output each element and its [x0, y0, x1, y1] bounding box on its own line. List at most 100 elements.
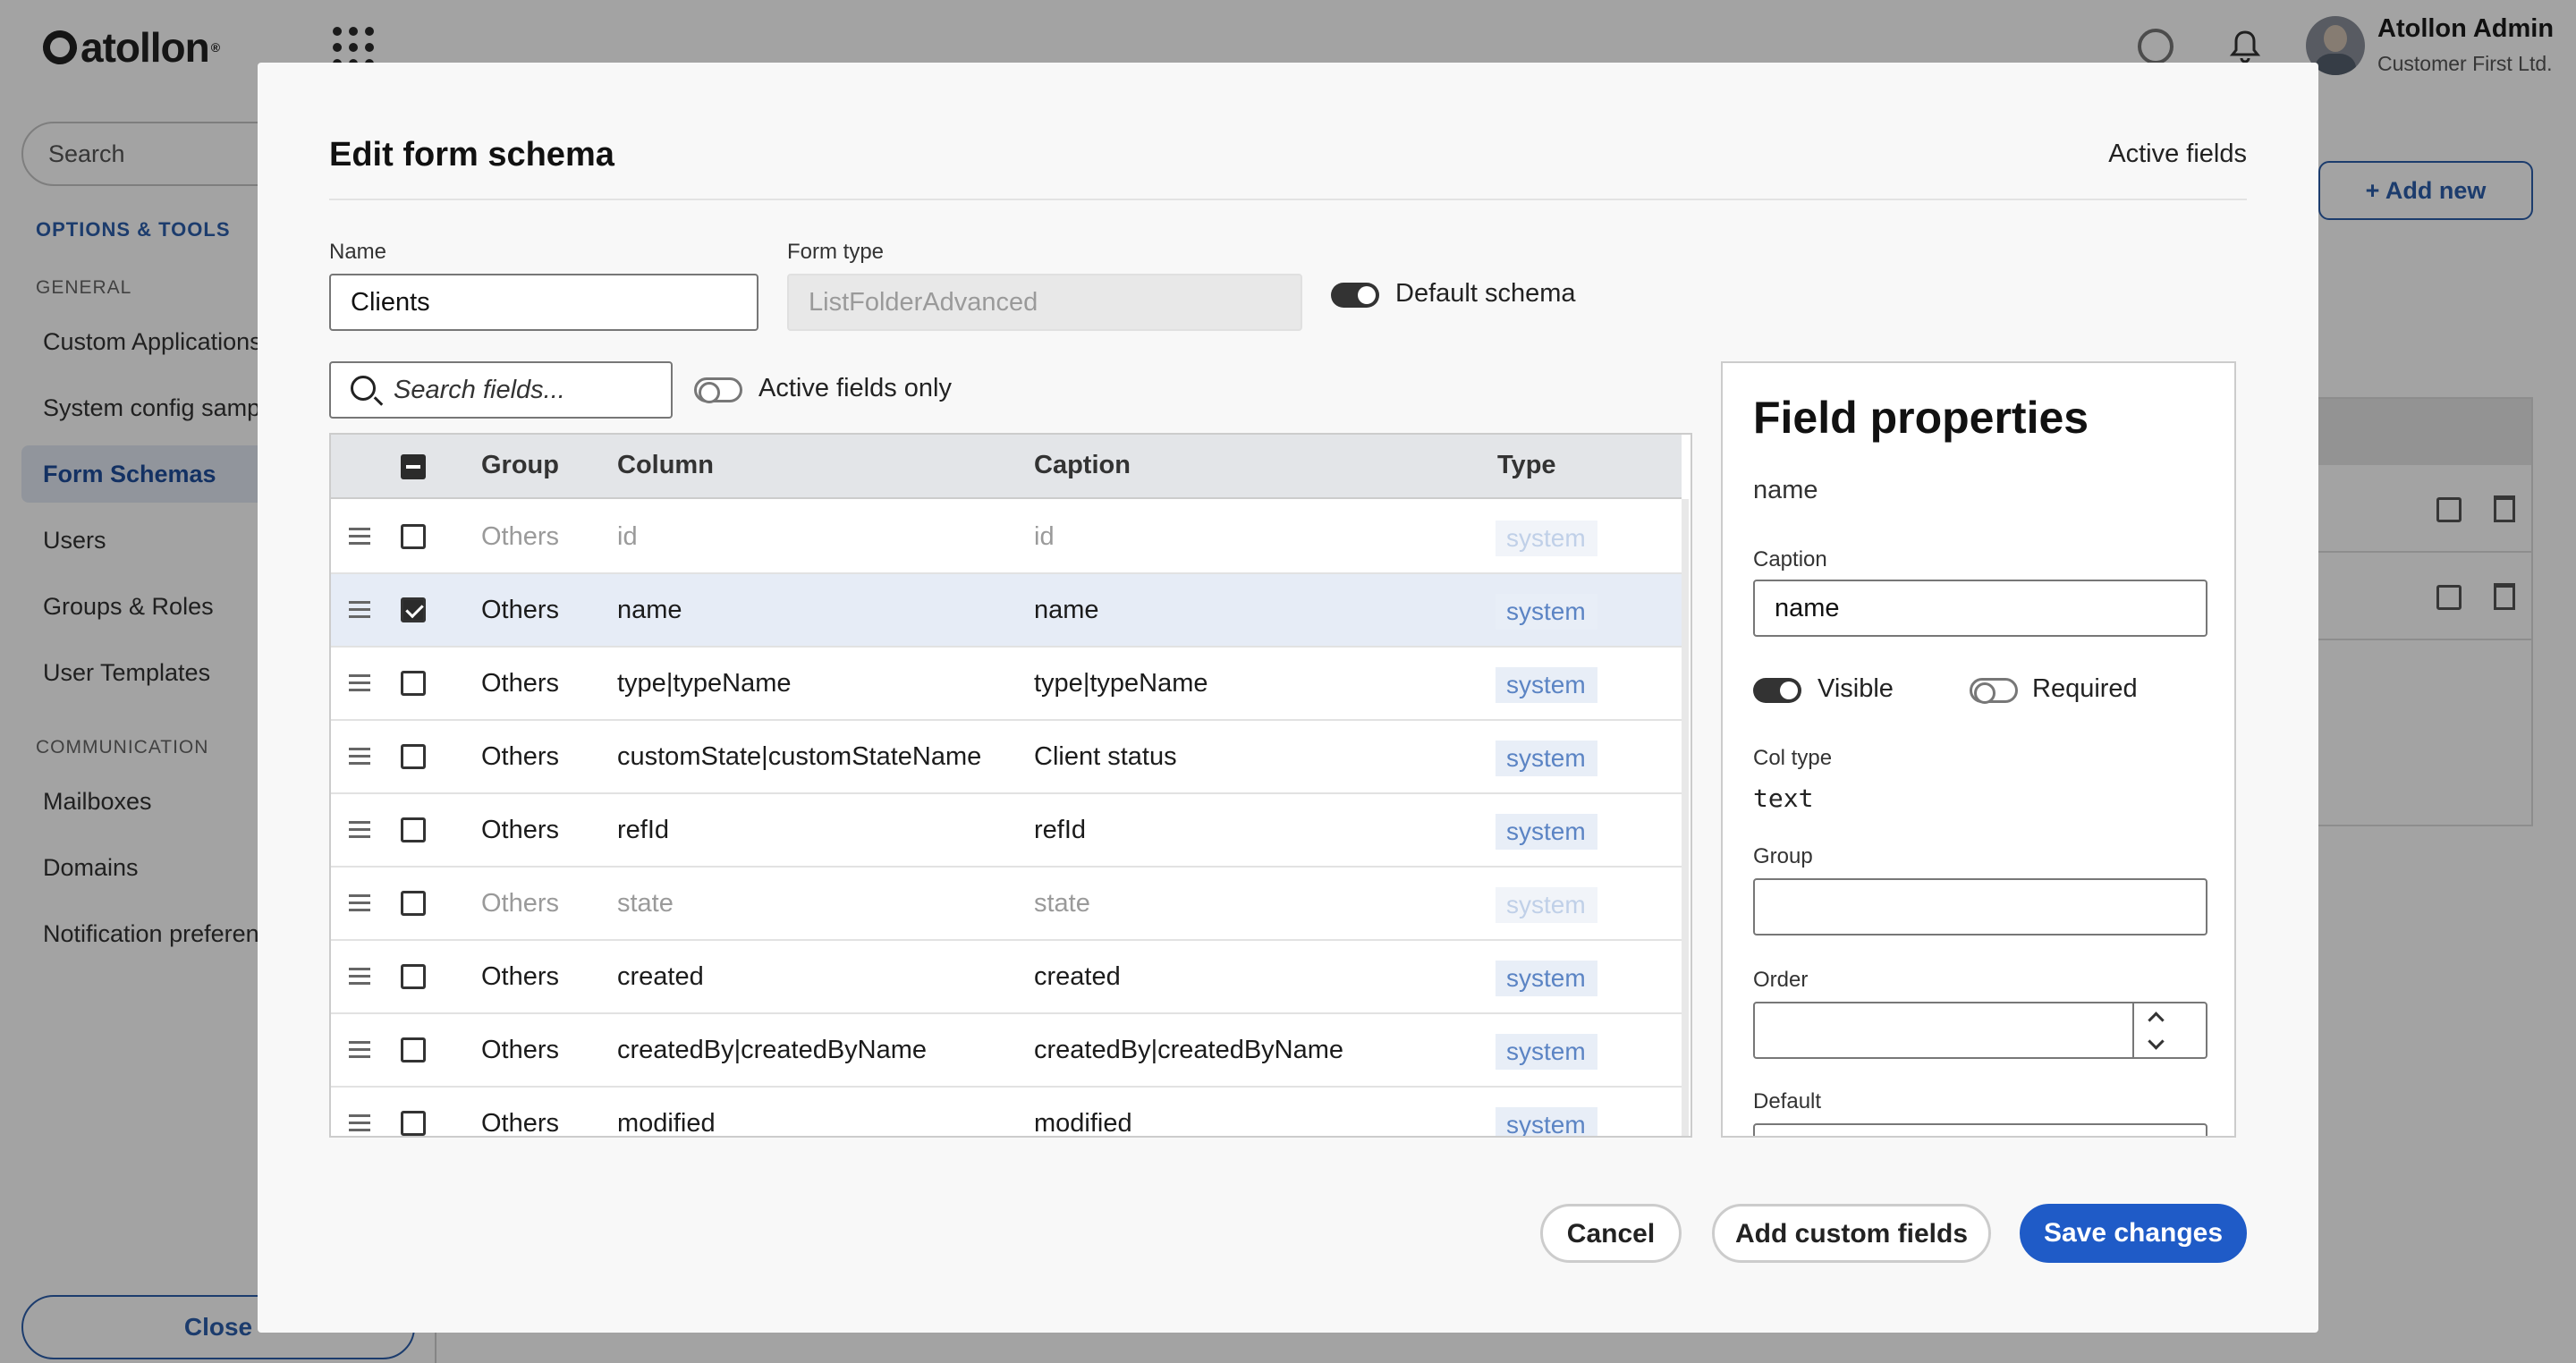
cell-column: createdBy|createdByName: [617, 1036, 928, 1064]
col-header-type[interactable]: Type: [1497, 451, 1556, 480]
drag-handle-icon[interactable]: [349, 748, 370, 766]
cell-column: created: [617, 962, 704, 991]
dialog-title: Edit form schema: [329, 136, 614, 174]
cell-column: modified: [617, 1109, 716, 1138]
search-icon: [351, 376, 376, 401]
cell-caption: modified: [1034, 1109, 1132, 1138]
table-row[interactable]: Others createdBy|createdByName createdBy|c…: [331, 1014, 1682, 1088]
drag-handle-icon[interactable]: [349, 1041, 370, 1059]
field-properties-name: name: [1753, 476, 1818, 504]
name-input[interactable]: Clients: [329, 274, 758, 331]
drag-handle-icon[interactable]: [349, 1114, 370, 1132]
cell-group: Others: [481, 962, 560, 991]
cell-type-badge: system: [1496, 667, 1597, 703]
table-scrollbar[interactable]: [1682, 499, 1689, 1136]
table-row[interactable]: Others state state system: [331, 868, 1682, 941]
row-checkbox[interactable]: [401, 891, 426, 916]
cell-type-badge: system: [1496, 887, 1597, 923]
default-schema-label: Default schema: [1395, 279, 1576, 308]
row-checkbox[interactable]: [401, 1037, 426, 1062]
cell-group: Others: [481, 742, 560, 771]
cell-column: name: [617, 596, 682, 624]
drag-handle-icon[interactable]: [349, 821, 370, 839]
row-checkbox[interactable]: [401, 524, 426, 549]
col-header-group[interactable]: Group: [481, 451, 559, 480]
edit-form-schema-dialog: Edit form schema Active fields Name Clie…: [258, 63, 2318, 1333]
table-row[interactable]: Others refId refId system: [331, 794, 1682, 868]
row-checkbox[interactable]: [401, 817, 426, 842]
active-fields-link[interactable]: Active fields: [2108, 140, 2247, 169]
row-checkbox[interactable]: [401, 597, 426, 622]
cell-type-badge: system: [1496, 521, 1597, 556]
table-row[interactable]: Others created created system: [331, 941, 1682, 1014]
visible-toggle[interactable]: [1753, 678, 1801, 703]
drag-handle-icon[interactable]: [349, 968, 370, 986]
required-toggle[interactable]: [1970, 678, 2018, 704]
row-checkbox[interactable]: [401, 671, 426, 696]
order-stepper[interactable]: [2132, 1002, 2177, 1059]
cell-caption: name: [1034, 596, 1099, 624]
cell-caption: type|typeName: [1034, 669, 1208, 698]
col-type-label: Col type: [1753, 746, 1833, 770]
cell-caption: refId: [1034, 816, 1087, 844]
cell-group: Others: [481, 596, 560, 624]
table-row[interactable]: Others modified modified system: [331, 1088, 1682, 1138]
fields-table-header: Group Column Caption Type: [331, 435, 1682, 499]
row-checkbox[interactable]: [401, 1111, 426, 1136]
cell-caption: Client status: [1034, 742, 1177, 771]
dialog-divider: [329, 199, 2247, 200]
table-row[interactable]: Others id id system: [331, 501, 1682, 574]
col-type-value: text: [1753, 783, 1814, 813]
cell-group: Others: [481, 1109, 560, 1138]
default-input[interactable]: [1753, 1123, 2207, 1136]
col-header-caption[interactable]: Caption: [1034, 451, 1131, 480]
visible-label: Visible: [1818, 674, 1894, 703]
cell-type-badge: system: [1496, 1034, 1597, 1070]
cell-group: Others: [481, 1036, 560, 1064]
drag-handle-icon[interactable]: [349, 528, 370, 546]
drag-handle-icon[interactable]: [349, 674, 370, 692]
order-label: Order: [1753, 968, 1809, 992]
default-schema-toggle[interactable]: [1331, 283, 1379, 308]
row-checkbox[interactable]: [401, 964, 426, 989]
cell-caption: created: [1034, 962, 1121, 991]
field-properties-panel: Field properties name Caption name Visib…: [1721, 361, 2236, 1138]
cell-caption: id: [1034, 522, 1055, 551]
search-fields-placeholder: Search fields...: [394, 376, 565, 404]
required-label: Required: [2032, 674, 2138, 703]
cell-column: customState|customStateName: [617, 742, 982, 771]
drag-handle-icon[interactable]: [349, 894, 370, 912]
cell-type-badge: system: [1496, 814, 1597, 850]
fields-table: Group Column Caption Type Others id id syst…: [329, 433, 1692, 1138]
cell-type-badge: system: [1496, 1107, 1597, 1136]
caption-input[interactable]: name: [1753, 580, 2207, 637]
table-row[interactable]: Others type|typeName type|typeName system: [331, 648, 1682, 721]
cell-column: type|typeName: [617, 669, 792, 698]
cell-caption: createdBy|createdByName: [1034, 1036, 1344, 1064]
group-input[interactable]: [1753, 878, 2207, 935]
save-changes-button[interactable]: Save changes: [2020, 1204, 2247, 1263]
cell-group: Others: [481, 889, 560, 918]
drag-handle-icon[interactable]: [349, 601, 370, 619]
field-properties-title: Field properties: [1753, 393, 2089, 443]
add-custom-fields-button[interactable]: Add custom fields: [1712, 1204, 1991, 1263]
cancel-button[interactable]: Cancel: [1540, 1204, 1682, 1263]
active-only-label: Active fields only: [758, 374, 952, 402]
cell-group: Others: [481, 816, 560, 844]
caption-label: Caption: [1753, 547, 1827, 571]
cell-type-badge: system: [1496, 741, 1597, 776]
table-row[interactable]: Others customState|customStateName Client …: [331, 721, 1682, 794]
form-type-label: Form type: [787, 240, 885, 264]
active-only-toggle[interactable]: [694, 377, 742, 403]
cell-column: id: [617, 522, 638, 551]
cell-column: state: [617, 889, 674, 918]
row-checkbox[interactable]: [401, 744, 426, 769]
cell-group: Others: [481, 522, 560, 551]
col-header-column[interactable]: Column: [617, 451, 714, 480]
default-label: Default: [1753, 1089, 1822, 1113]
table-row[interactable]: Others name name system: [331, 574, 1682, 648]
select-all-checkbox[interactable]: [401, 454, 426, 479]
search-fields-input[interactable]: Search fields...: [329, 361, 673, 419]
cell-group: Others: [481, 669, 560, 698]
cell-caption: state: [1034, 889, 1090, 918]
